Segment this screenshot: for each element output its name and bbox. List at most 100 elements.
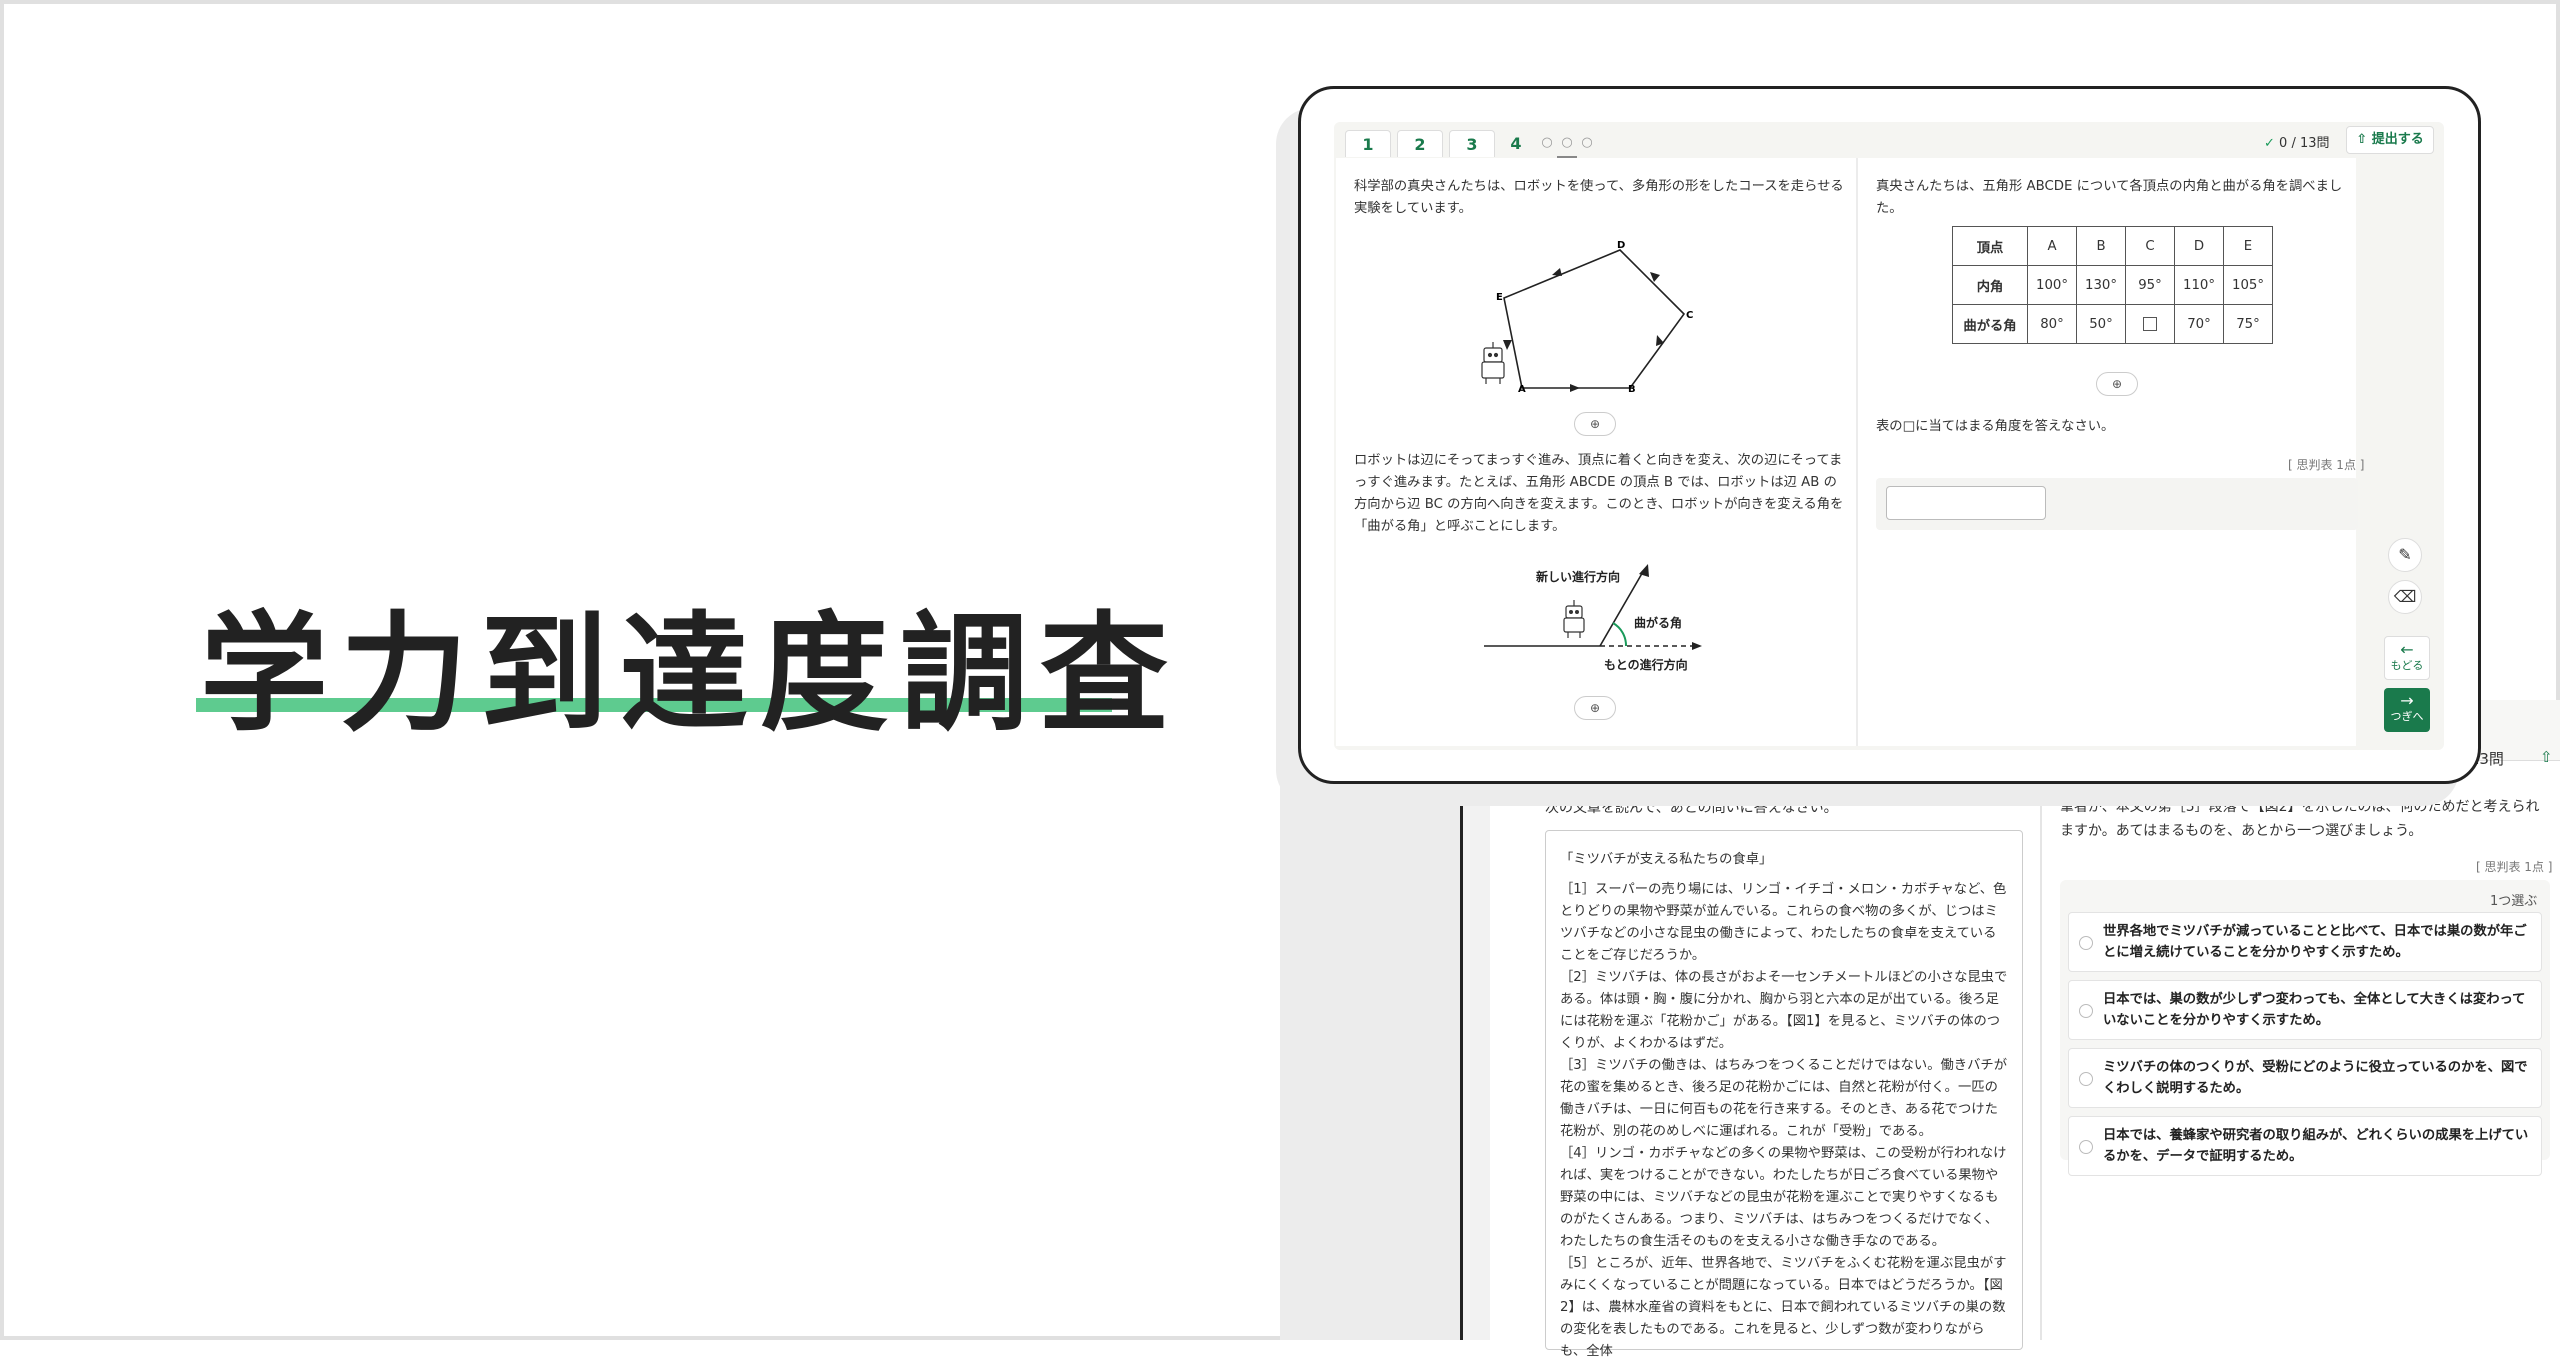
table-header-cell: 頂点 [1952, 226, 2028, 266]
score-label: [ 思判表 1点 ] [2288, 458, 2365, 472]
answer-input[interactable] [1886, 486, 2046, 520]
table-cell: 70° [2174, 304, 2224, 344]
vertex-label-d: D [1617, 240, 1625, 251]
table-header-cell: C [2125, 226, 2175, 266]
original-direction-label: もとの進行方向 [1604, 658, 1688, 672]
zoom-button[interactable]: ⊕ [1574, 696, 1616, 720]
vertex-label-c: C [1686, 310, 1693, 321]
zoom-button[interactable]: ⊕ [2096, 372, 2138, 396]
back-submit-icon[interactable]: ⇧ [2540, 748, 2553, 766]
vertex-label-b: B [1628, 384, 1636, 395]
back-label: もどる [2390, 659, 2424, 672]
upload-icon: ⇧ [2356, 132, 2368, 147]
original-direction-arrow [1692, 642, 1702, 650]
passage-paragraph: ［2］ミツバチは、体の長さがおよそ一センチメートルほどの小さな昆虫である。体は頭… [1560, 970, 2008, 1051]
hero: 学力到達度調査 [196, 600, 1181, 750]
table-cell: 50° [2076, 304, 2126, 344]
radio-icon[interactable] [2079, 936, 2093, 950]
next-button[interactable]: → つぎへ [2384, 688, 2430, 732]
reading-passage: 「ミツバチが支える私たちの食卓」 ［1］スーパーの売り場には、リンゴ・イチゴ・メ… [1545, 830, 2023, 1359]
radio-icon[interactable] [2079, 1004, 2093, 1018]
new-direction-label: 新しい進行方向 [1536, 570, 1621, 584]
choose-label: 1つ選ぶ [2490, 894, 2538, 909]
robot-icon [1481, 342, 1505, 384]
passage-paragraph: ［4］リンゴ・カボチャなどの多くの果物や野菜は、この受粉が行われなければ、実をつ… [1560, 1146, 2007, 1249]
choice-option-3[interactable]: ミツバチの体のつくりが、受粉にどのように役立っているのかを、図でくわしく説明する… [2068, 1048, 2542, 1108]
back-divider [2040, 780, 2042, 1340]
tab-sub-3[interactable]: ○ [1577, 130, 1597, 158]
back-score-label: [ 思判表 1点 ] [2476, 860, 2553, 874]
hero-title: 学力到達度調査 [200, 600, 1181, 749]
table-header-cell: E [2223, 226, 2273, 266]
table-cell-blank [2125, 304, 2175, 344]
submit-button[interactable]: ⇧ 提出する [2346, 126, 2434, 154]
arrow-right-icon: → [2400, 691, 2414, 710]
tab-question-4[interactable]: 4 [1501, 130, 1531, 156]
passage-paragraph: ［5］ところが、近年、世界各地で、ミツバチをふくむ花粉を運ぶ昆虫がすみにくくなっ… [1560, 1256, 2007, 1359]
arrow-left-icon: ← [2400, 640, 2414, 659]
choice-option-1[interactable]: 世界各地でミツバチが減っていることと比べて、日本では巣の数が年ごとに増え続けてい… [2068, 912, 2542, 972]
vertex-label-e: E [1496, 292, 1503, 303]
back-question: 筆者が、本文の第［5］段落で【図2】を示したのは、何のためだと考えられますか。あ… [2060, 799, 2540, 839]
right-question: 表の□に当てはまる角度を答えなさい。 [1876, 419, 2115, 434]
eraser-icon[interactable]: ⌫ [2388, 580, 2422, 614]
turn-angle-label: 曲がる角 [1634, 616, 1683, 630]
table-row: 曲がる角 80° 50° 70° 75° [1952, 304, 2273, 344]
back-intro: 次の文章を読んで、あとの問いに答えなさい。 [1545, 800, 1838, 816]
tab-sub-2[interactable]: ○ [1557, 130, 1577, 158]
zoom-button[interactable]: ⊕ [1574, 412, 1616, 436]
left-intro: 科学部の真央さんたちは、ロボットを使って、多角形の形をしたコースを走らせる実験を… [1354, 179, 1844, 216]
passage-paragraph: ［1］スーパーの売り場には、リンゴ・イチゴ・メロン・カボチャなど、色とりどりの果… [1560, 882, 2007, 963]
choice-option-2[interactable]: 日本では、巣の数が少しずつ変わっても、全体として大きくは変わっていないことを分か… [2068, 980, 2542, 1040]
table-header-cell: D [2174, 226, 2224, 266]
tab-sub-1[interactable]: ○ [1537, 130, 1557, 158]
passage-title: 「ミツバチが支える私たちの食卓」 [1560, 852, 1773, 867]
turn-angle-arc [1612, 622, 1628, 647]
back-tablet-bezel [1460, 700, 1493, 1340]
pentagon-figure: A B C D E [1481, 240, 1693, 395]
table-cell: 95° [2125, 265, 2175, 305]
tab-question-2[interactable]: 2 [1397, 130, 1443, 157]
tab-question-3[interactable]: 3 [1449, 130, 1495, 157]
table-header-cell: A [2027, 226, 2077, 266]
table-header-cell: B [2076, 226, 2126, 266]
blank-box-icon [2143, 316, 2157, 331]
back-button[interactable]: ← もどる [2384, 636, 2430, 680]
choice-text: 日本では、養蜂家や研究者の取り組みが、どれくらいの成果を上げているかを、データで… [2103, 1128, 2529, 1164]
pentagon-course [1503, 249, 1686, 389]
table-cell: 80° [2027, 304, 2077, 344]
table-cell: 130° [2076, 265, 2126, 305]
choice-option-4[interactable]: 日本では、養蜂家や研究者の取り組みが、どれくらいの成果を上げているかを、データで… [2068, 1116, 2542, 1176]
robot-icon [1563, 600, 1585, 638]
tab-question-1[interactable]: 1 [1345, 130, 1391, 157]
left-body: ロボットは辺にそってまっすぐ進み、頂点に着くと向きを変え、次の辺にそってまっすぐ… [1354, 453, 1844, 534]
direction-arrow [1552, 268, 1562, 276]
choice-text: 世界各地でミツバチが減っていることと比べて、日本では巣の数が年ごとに増え続けてい… [2103, 924, 2527, 960]
choice-text: ミツバチの体のつくりが、受粉にどのように役立っているのかを、図でくわしく説明する… [2103, 1060, 2528, 1096]
table-row-label: 内角 [1952, 265, 2028, 305]
passage-paragraph: ［3］ミツバチの働きは、はちみつをつくることだけではない。働きバチが花の蜜を集め… [1560, 1058, 2007, 1139]
submit-label: 提出する [2371, 132, 2424, 147]
pencil-icon[interactable]: ✎ [2388, 538, 2422, 572]
question-counter: ✓ 0 / 13問 [2264, 132, 2330, 151]
direction-arrow [1503, 340, 1512, 350]
direction-arrow [1570, 384, 1580, 392]
angle-table: 頂点 A B C D E 内角 100° 130° 95° 110° 105° … [1952, 226, 2273, 344]
table-cell: 75° [2223, 304, 2273, 344]
table-cell: 110° [2174, 265, 2224, 305]
radio-icon[interactable] [2079, 1140, 2093, 1154]
table-row: 内角 100° 130° 95° 110° 105° [1952, 265, 2273, 305]
check-icon: ✓ [2264, 136, 2275, 151]
table-cell: 100° [2027, 265, 2077, 305]
radio-icon[interactable] [2079, 1072, 2093, 1086]
table-cell: 105° [2223, 265, 2273, 305]
table-row-label: 曲がる角 [1952, 304, 2028, 344]
vertex-label-a: A [1518, 384, 1526, 395]
right-intro: 真央さんたちは、五角形 ABCDE について各頂点の内角と曲がる角を調べました。 [1876, 179, 2343, 216]
table-row: 頂点 A B C D E [1952, 226, 2273, 266]
choice-text: 日本では、巣の数が少しずつ変わっても、全体として大きくは変わっていないことを分か… [2103, 992, 2526, 1028]
next-label: つぎへ [2390, 710, 2424, 723]
question-tabs: 1 2 3 4 ○ ○ ○ [1345, 130, 1597, 158]
choice-list: 世界各地でミツバチが減っていることと比べて、日本では巣の数が年ごとに増え続けてい… [2068, 912, 2542, 1184]
counter-text: 0 / 13問 [2279, 136, 2330, 151]
